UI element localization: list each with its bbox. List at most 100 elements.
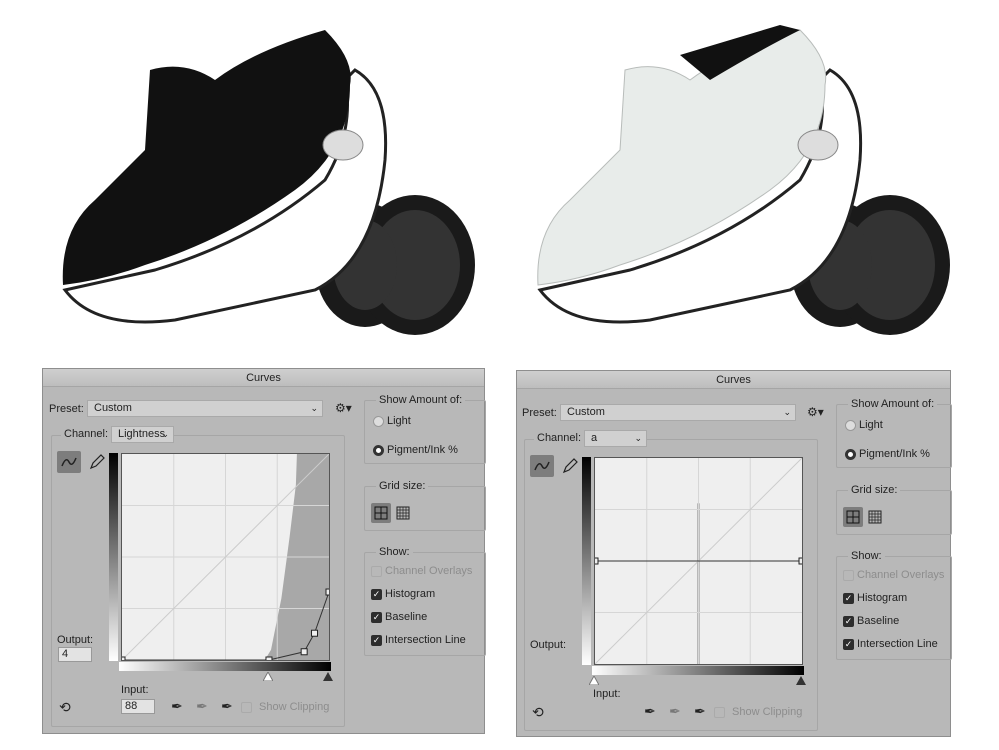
gear-icon[interactable]: ⚙▾ [807, 405, 824, 419]
curve-graph[interactable] [118, 453, 333, 664]
curve-icon [61, 457, 77, 467]
baseline-checkbox[interactable]: ✓ [843, 616, 854, 627]
pencil-tool[interactable] [558, 455, 582, 477]
channel-value: Lightness [118, 428, 166, 440]
pencil-icon [89, 454, 105, 470]
pencil-icon [562, 458, 578, 474]
chevron-down-icon: ⌄ [161, 429, 169, 439]
preset-label: Preset: [522, 407, 557, 419]
simple-grid-button[interactable] [843, 507, 863, 527]
pencil-tool[interactable] [85, 451, 109, 473]
histogram-checkbox[interactable]: ✓ [371, 589, 382, 600]
dialog-title: Curves [517, 371, 950, 389]
pigment-label: Pigment/Ink % [387, 444, 458, 456]
pigment-label: Pigment/Ink % [859, 448, 930, 460]
black-eyedropper-icon[interactable]: ✒ [171, 698, 183, 715]
histogram-label: Histogram [857, 592, 908, 604]
grid-size-label: Grid size: [376, 480, 429, 492]
output-label: Output: [57, 634, 94, 646]
intersection-line-label: Intersection Line [385, 634, 466, 646]
light-radio[interactable] [373, 416, 384, 427]
channel-overlays-label: Channel Overlays [857, 569, 945, 581]
output-gradient [582, 457, 591, 665]
grid-10-icon [868, 510, 882, 524]
chevron-down-icon: ⌄ [310, 403, 318, 413]
white-point-slider[interactable] [262, 670, 274, 684]
channel-overlays-checkbox[interactable] [843, 570, 854, 581]
gear-icon[interactable]: ⚙▾ [335, 401, 352, 415]
curve-control-point [300, 648, 308, 656]
curve-graph[interactable] [591, 457, 806, 665]
curve-control-point [265, 656, 273, 664]
preset-label: Preset: [49, 403, 84, 415]
input-label: Input: [121, 684, 149, 696]
light-label: Light [387, 415, 411, 427]
show-clipping-label: Show Clipping [732, 706, 803, 718]
black-point-slider[interactable] [323, 672, 333, 684]
white-eyedropper-icon[interactable]: ✒ [694, 703, 706, 720]
preset-value: Custom [567, 406, 605, 418]
input-gradient [592, 666, 804, 675]
curve-point-tool[interactable] [530, 455, 554, 477]
output-gradient [109, 453, 118, 661]
light-radio[interactable] [845, 420, 856, 431]
chevron-down-icon: ⌄ [634, 433, 642, 443]
pigment-radio[interactable] [373, 445, 384, 456]
output-label: Output: [530, 639, 567, 651]
simple-grid-button[interactable] [371, 503, 391, 523]
curve-control-point [798, 557, 806, 565]
curve-point-tool[interactable] [57, 451, 81, 473]
channel-dropdown[interactable]: a ⌄ [584, 430, 647, 447]
black-eyedropper-icon[interactable]: ✒ [644, 703, 656, 720]
curve-control-point [311, 629, 319, 637]
grid-4-icon [374, 506, 388, 520]
curve-icon [534, 461, 550, 471]
curve-control-point [591, 557, 599, 565]
chevron-down-icon: ⌄ [783, 407, 791, 417]
white-shoes-photo [537, 25, 950, 335]
intersection-line-checkbox[interactable]: ✓ [371, 635, 382, 646]
channel-label: Channel: [534, 432, 585, 444]
black-point-slider[interactable] [796, 676, 806, 688]
channel-label: Channel: [61, 428, 112, 440]
auto-reset-icon[interactable]: ⟲ [59, 699, 71, 716]
channel-dropdown[interactable]: Lightness ⌄ [111, 426, 174, 443]
baseline-label: Baseline [385, 611, 428, 623]
dialog-title: Curves [43, 369, 484, 387]
preset-dropdown[interactable]: Custom ⌄ [560, 404, 796, 421]
intersection-line-label: Intersection Line [857, 638, 938, 650]
baseline-checkbox[interactable]: ✓ [371, 612, 382, 623]
air-cushion [322, 129, 364, 161]
histogram-checkbox[interactable]: ✓ [843, 593, 854, 604]
baseline-label: Baseline [857, 615, 900, 627]
detailed-grid-button[interactable] [393, 503, 413, 523]
grid-size-label: Grid size: [848, 484, 901, 496]
intersection-line-checkbox[interactable]: ✓ [843, 639, 854, 650]
show-clipping-label: Show Clipping [259, 701, 330, 713]
output-field[interactable]: 4 [58, 647, 92, 662]
gray-eyedropper-icon[interactable]: ✒ [196, 698, 208, 715]
auto-reset-icon[interactable]: ⟲ [532, 704, 544, 721]
white-point-slider[interactable] [588, 674, 600, 688]
preset-dropdown[interactable]: Custom ⌄ [87, 400, 323, 417]
gray-eyedropper-icon[interactable]: ✒ [669, 703, 681, 720]
white-eyedropper-icon[interactable]: ✒ [221, 698, 233, 715]
show-amount-label: Show Amount of: [376, 394, 466, 406]
air-cushion [797, 129, 839, 161]
show-clipping-checkbox[interactable] [241, 702, 252, 713]
channel-overlays-checkbox[interactable] [371, 566, 382, 577]
input-field[interactable]: 88 [121, 699, 155, 714]
show-amount-label: Show Amount of: [848, 398, 938, 410]
histogram-label: Histogram [385, 588, 436, 600]
show-clipping-checkbox[interactable] [714, 707, 725, 718]
show-label: Show: [376, 546, 413, 558]
channel-overlays-label: Channel Overlays [385, 565, 473, 577]
detailed-grid-button[interactable] [865, 507, 885, 527]
curve-control-point [118, 656, 126, 664]
pigment-radio[interactable] [845, 449, 856, 460]
show-label: Show: [848, 550, 885, 562]
black-shoes-photo [62, 30, 475, 335]
preset-value: Custom [94, 402, 132, 414]
input-label: Input: [593, 688, 621, 700]
grid-4-icon [846, 510, 860, 524]
